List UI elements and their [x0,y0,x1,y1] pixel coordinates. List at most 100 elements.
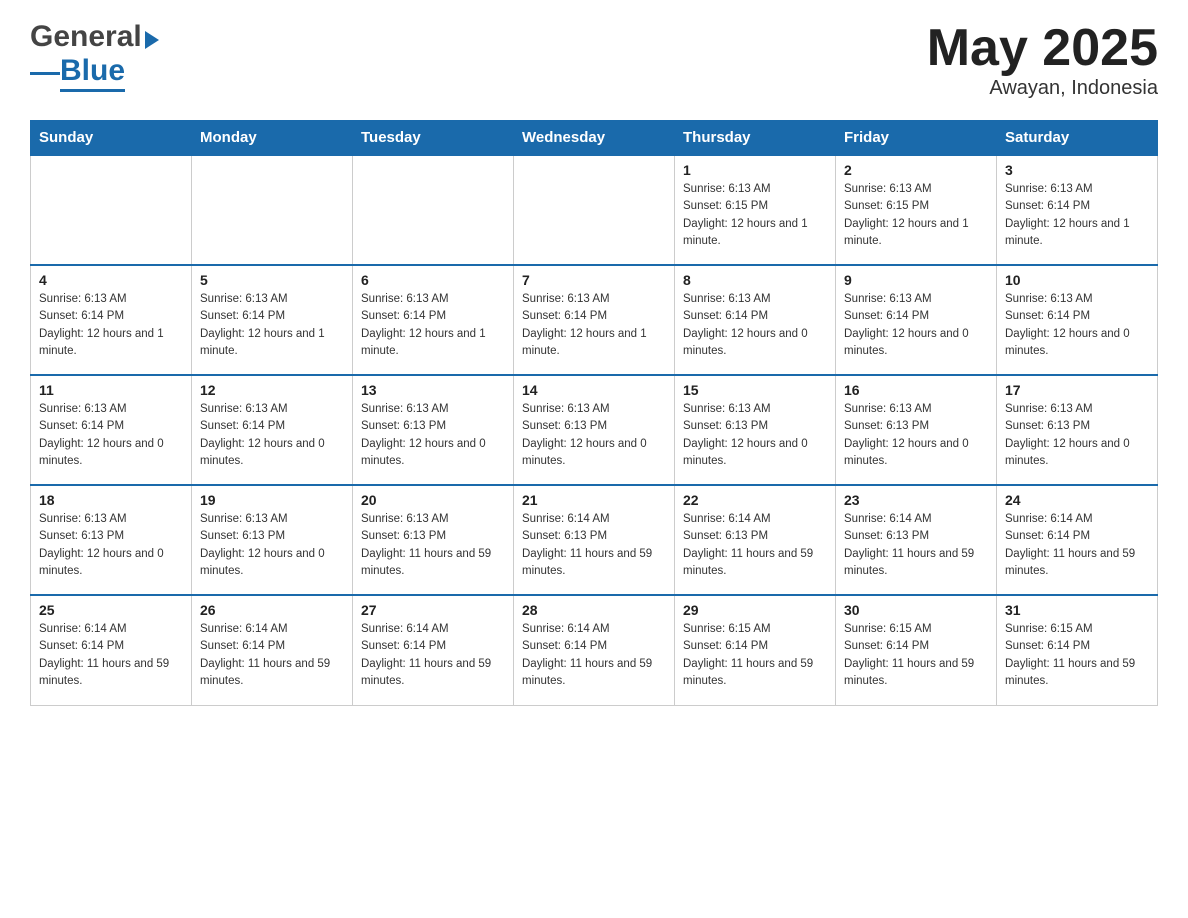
day-cell: 22 Sunrise: 6:14 AMSunset: 6:13 PMDaylig… [675,485,836,595]
day-info: Sunrise: 6:13 AMSunset: 6:14 PMDaylight:… [39,401,183,470]
day-cell: 3 Sunrise: 6:13 AMSunset: 6:14 PMDayligh… [997,155,1158,265]
day-cell: 16 Sunrise: 6:13 AMSunset: 6:13 PMDaylig… [836,375,997,485]
week-row-5: 25 Sunrise: 6:14 AMSunset: 6:14 PMDaylig… [31,595,1158,705]
title-area: May 2025 Awayan, Indonesia [927,20,1158,100]
day-cell: 14 Sunrise: 6:13 AMSunset: 6:13 PMDaylig… [514,375,675,485]
day-number: 19 [200,492,344,508]
day-info: Sunrise: 6:13 AMSunset: 6:14 PMDaylight:… [200,291,344,360]
day-info: Sunrise: 6:13 AMSunset: 6:15 PMDaylight:… [844,181,988,250]
day-cell: 10 Sunrise: 6:13 AMSunset: 6:14 PMDaylig… [997,265,1158,375]
day-number: 20 [361,492,505,508]
day-cell: 25 Sunrise: 6:14 AMSunset: 6:14 PMDaylig… [31,595,192,705]
day-cell: 24 Sunrise: 6:14 AMSunset: 6:14 PMDaylig… [997,485,1158,595]
day-cell: 18 Sunrise: 6:13 AMSunset: 6:13 PMDaylig… [31,485,192,595]
day-number: 22 [683,492,827,508]
day-number: 11 [39,382,183,398]
logo-blue: Blue [60,54,125,92]
day-cell: 20 Sunrise: 6:13 AMSunset: 6:13 PMDaylig… [353,485,514,595]
month-title: May 2025 [927,20,1158,77]
day-number: 14 [522,382,666,398]
week-row-4: 18 Sunrise: 6:13 AMSunset: 6:13 PMDaylig… [31,485,1158,595]
day-info: Sunrise: 6:13 AMSunset: 6:13 PMDaylight:… [1005,401,1149,470]
day-info: Sunrise: 6:14 AMSunset: 6:13 PMDaylight:… [522,511,666,580]
day-header-wednesday: Wednesday [514,121,675,156]
day-cell: 26 Sunrise: 6:14 AMSunset: 6:14 PMDaylig… [192,595,353,705]
week-row-3: 11 Sunrise: 6:13 AMSunset: 6:14 PMDaylig… [31,375,1158,485]
day-cell: 4 Sunrise: 6:13 AMSunset: 6:14 PMDayligh… [31,265,192,375]
day-info: Sunrise: 6:14 AMSunset: 6:14 PMDaylight:… [200,621,344,690]
day-cell: 31 Sunrise: 6:15 AMSunset: 6:14 PMDaylig… [997,595,1158,705]
day-cell: 27 Sunrise: 6:14 AMSunset: 6:14 PMDaylig… [353,595,514,705]
day-number: 2 [844,162,988,178]
day-info: Sunrise: 6:13 AMSunset: 6:13 PMDaylight:… [683,401,827,470]
day-cell [353,155,514,265]
day-info: Sunrise: 6:13 AMSunset: 6:14 PMDaylight:… [1005,181,1149,250]
day-info: Sunrise: 6:14 AMSunset: 6:14 PMDaylight:… [1005,511,1149,580]
day-info: Sunrise: 6:13 AMSunset: 6:13 PMDaylight:… [522,401,666,470]
day-number: 7 [522,272,666,288]
logo-general: General [30,20,142,54]
day-info: Sunrise: 6:13 AMSunset: 6:14 PMDaylight:… [1005,291,1149,360]
day-number: 4 [39,272,183,288]
day-info: Sunrise: 6:14 AMSunset: 6:13 PMDaylight:… [683,511,827,580]
day-number: 28 [522,602,666,618]
logo: General Blue [30,20,159,92]
day-number: 12 [200,382,344,398]
day-cell: 7 Sunrise: 6:13 AMSunset: 6:14 PMDayligh… [514,265,675,375]
day-number: 31 [1005,602,1149,618]
calendar-table: SundayMondayTuesdayWednesdayThursdayFrid… [30,120,1158,706]
day-info: Sunrise: 6:13 AMSunset: 6:13 PMDaylight:… [361,401,505,470]
day-info: Sunrise: 6:15 AMSunset: 6:14 PMDaylight:… [683,621,827,690]
day-number: 3 [1005,162,1149,178]
day-cell [31,155,192,265]
page-header: General Blue May 2025 Awayan, Indonesia [30,20,1158,100]
day-info: Sunrise: 6:13 AMSunset: 6:14 PMDaylight:… [39,291,183,360]
day-number: 30 [844,602,988,618]
day-info: Sunrise: 6:15 AMSunset: 6:14 PMDaylight:… [1005,621,1149,690]
day-cell: 6 Sunrise: 6:13 AMSunset: 6:14 PMDayligh… [353,265,514,375]
day-header-sunday: Sunday [31,121,192,156]
week-row-2: 4 Sunrise: 6:13 AMSunset: 6:14 PMDayligh… [31,265,1158,375]
day-number: 13 [361,382,505,398]
day-info: Sunrise: 6:14 AMSunset: 6:14 PMDaylight:… [361,621,505,690]
day-number: 16 [844,382,988,398]
day-info: Sunrise: 6:13 AMSunset: 6:14 PMDaylight:… [361,291,505,360]
day-number: 8 [683,272,827,288]
day-number: 26 [200,602,344,618]
day-info: Sunrise: 6:13 AMSunset: 6:14 PMDaylight:… [200,401,344,470]
day-info: Sunrise: 6:14 AMSunset: 6:14 PMDaylight:… [39,621,183,690]
day-info: Sunrise: 6:13 AMSunset: 6:13 PMDaylight:… [844,401,988,470]
day-info: Sunrise: 6:14 AMSunset: 6:14 PMDaylight:… [522,621,666,690]
day-number: 15 [683,382,827,398]
day-cell: 19 Sunrise: 6:13 AMSunset: 6:13 PMDaylig… [192,485,353,595]
day-number: 5 [200,272,344,288]
day-cell [514,155,675,265]
day-cell: 1 Sunrise: 6:13 AMSunset: 6:15 PMDayligh… [675,155,836,265]
day-number: 10 [1005,272,1149,288]
day-info: Sunrise: 6:13 AMSunset: 6:13 PMDaylight:… [361,511,505,580]
day-number: 24 [1005,492,1149,508]
day-info: Sunrise: 6:13 AMSunset: 6:14 PMDaylight:… [844,291,988,360]
day-info: Sunrise: 6:15 AMSunset: 6:14 PMDaylight:… [844,621,988,690]
day-number: 27 [361,602,505,618]
day-number: 18 [39,492,183,508]
day-cell: 13 Sunrise: 6:13 AMSunset: 6:13 PMDaylig… [353,375,514,485]
day-header-tuesday: Tuesday [353,121,514,156]
day-cell: 15 Sunrise: 6:13 AMSunset: 6:13 PMDaylig… [675,375,836,485]
day-header-friday: Friday [836,121,997,156]
header-row: SundayMondayTuesdayWednesdayThursdayFrid… [31,121,1158,156]
day-info: Sunrise: 6:13 AMSunset: 6:13 PMDaylight:… [39,511,183,580]
day-cell: 8 Sunrise: 6:13 AMSunset: 6:14 PMDayligh… [675,265,836,375]
day-header-saturday: Saturday [997,121,1158,156]
week-row-1: 1 Sunrise: 6:13 AMSunset: 6:15 PMDayligh… [31,155,1158,265]
day-header-thursday: Thursday [675,121,836,156]
day-info: Sunrise: 6:13 AMSunset: 6:14 PMDaylight:… [683,291,827,360]
day-info: Sunrise: 6:13 AMSunset: 6:14 PMDaylight:… [522,291,666,360]
day-cell: 23 Sunrise: 6:14 AMSunset: 6:13 PMDaylig… [836,485,997,595]
day-cell: 28 Sunrise: 6:14 AMSunset: 6:14 PMDaylig… [514,595,675,705]
day-cell: 5 Sunrise: 6:13 AMSunset: 6:14 PMDayligh… [192,265,353,375]
day-number: 9 [844,272,988,288]
day-number: 25 [39,602,183,618]
day-number: 23 [844,492,988,508]
day-cell: 12 Sunrise: 6:13 AMSunset: 6:14 PMDaylig… [192,375,353,485]
